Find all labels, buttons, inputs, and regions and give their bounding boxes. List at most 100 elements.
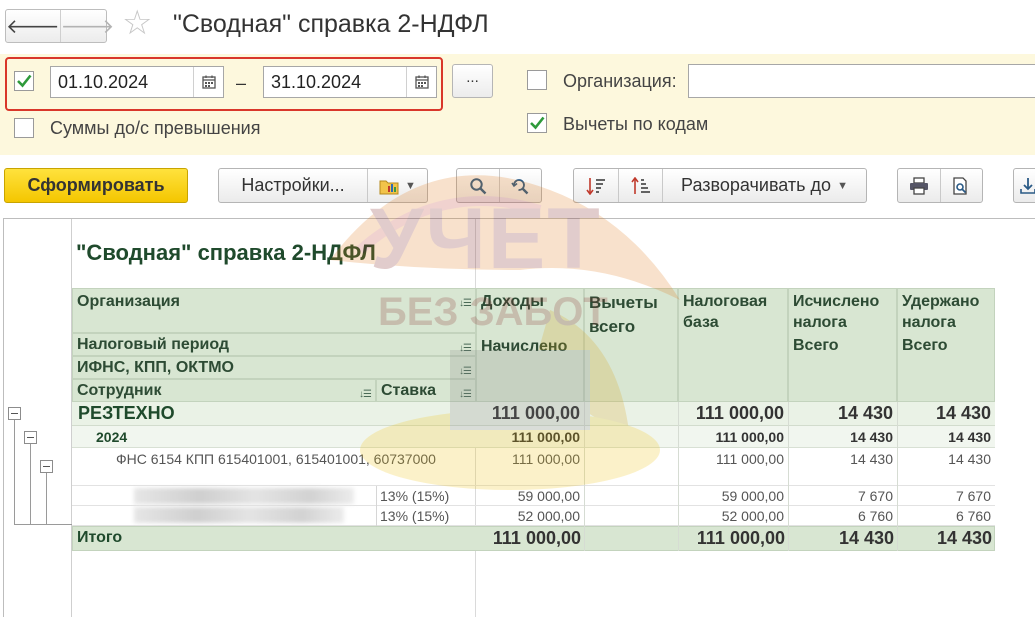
header-income: Доходы Начислено [476, 288, 584, 402]
header-rate[interactable]: Ставка ↓☰ [376, 379, 476, 402]
checkmark-icon [17, 74, 32, 88]
table-row-ifns[interactable]: ФНС 6154 КПП 615401001, 615401001, 60737… [72, 448, 995, 486]
search-group [456, 168, 542, 203]
employee-rate: 13% (15%) [380, 488, 450, 504]
expand-to-label: Разворачивать до [681, 175, 832, 195]
settings-button[interactable]: Настройки... [219, 169, 367, 202]
arrow-left-icon: 🡐 [6, 15, 60, 38]
sort-expand-group: Разворачивать до ▼ [573, 168, 867, 203]
employee-calculated: 6 760 [857, 508, 893, 524]
sort-descending-button[interactable] [574, 169, 618, 202]
org-withheld: 14 430 [935, 403, 991, 423]
header-deductions: Вычеты всего [584, 288, 678, 402]
sort-icon: ↓☰ [459, 366, 472, 377]
forward-button[interactable]: 🡒 [61, 10, 115, 42]
deductions-label: Вычеты по кодам [563, 114, 709, 134]
expand-to-dropdown[interactable]: Разворачивать до ▼ [662, 169, 866, 202]
ifns-withheld: 14 430 [948, 451, 991, 467]
checkmark-icon [530, 116, 545, 130]
column-divider [897, 402, 898, 551]
sort-icon: ↓☰ [359, 389, 372, 400]
header-employee[interactable]: Сотрудник ↓☰ [72, 379, 376, 402]
year-tax-base: 111 000,00 [715, 429, 784, 445]
collapse-org-icon[interactable] [8, 407, 21, 420]
organization-input[interactable] [688, 64, 1035, 98]
year-withheld: 14 430 [948, 429, 991, 445]
sort-icon: ↓☰ [459, 389, 472, 400]
search-reset-button[interactable] [498, 169, 541, 202]
column-divider [678, 402, 679, 551]
employee-tax-base: 59 000,00 [721, 488, 784, 504]
employee-rate: 13% (15%) [380, 508, 450, 524]
arrow-right-icon: 🡒 [60, 15, 115, 38]
chevron-down-icon: ▼ [837, 179, 848, 192]
date-separator: – [236, 73, 247, 93]
column-divider [584, 402, 585, 551]
organization-checkbox[interactable] [527, 70, 547, 90]
collapse-ifns-icon[interactable] [40, 460, 53, 473]
report-title: "Сводная" справка 2-НДФЛ [76, 240, 376, 265]
org-tax-base: 111 000,00 [695, 403, 784, 423]
total-tax-base: 111 000,00 [696, 528, 785, 548]
total-label: Итого [77, 529, 123, 546]
variants-dropdown[interactable]: ▼ [367, 169, 427, 202]
sort-icon: ↓☰ [459, 298, 472, 309]
print-button[interactable] [898, 169, 940, 202]
header-ifns[interactable]: ИФНС, КПП, ОКТМО ↓☰ [72, 356, 476, 379]
header-income-sub: Начислено [481, 338, 568, 355]
search-button[interactable] [457, 169, 499, 202]
select-period-button[interactable]: ... [452, 64, 493, 98]
page-title: "Сводная" справка 2-НДФЛ [173, 10, 489, 38]
header-organization[interactable]: Организация ↓☰ [72, 288, 476, 333]
calendar-icon[interactable] [406, 67, 436, 97]
exceed-checkbox[interactable] [14, 118, 34, 138]
sort-ascending-button[interactable] [618, 169, 662, 202]
employee-income: 59 000,00 [517, 488, 580, 504]
sort-descending-icon [586, 177, 605, 195]
employee-tax-base: 52 000,00 [721, 508, 784, 524]
save-button[interactable] [1013, 168, 1035, 203]
favorite-star-icon[interactable]: ☆ [122, 6, 152, 40]
table-row-organization[interactable]: РЕЗТЕХНО 111 000,00 111 000,00 14 430 14… [72, 402, 995, 426]
employee-name-redacted [134, 507, 344, 523]
total-withheld: 14 430 [936, 528, 992, 548]
period-checkbox[interactable] [14, 71, 34, 91]
table-row-employee[interactable]: 13% (15%) 52 000,00 52 000,00 6 760 6 76… [72, 506, 995, 526]
employee-withheld: 6 760 [955, 508, 991, 524]
generate-button[interactable]: Сформировать [4, 168, 188, 203]
column-divider [376, 486, 377, 526]
date-to-field[interactable]: 31.10.2024 [263, 66, 437, 98]
tree-line [14, 524, 72, 525]
organization-label: Организация: [563, 71, 677, 91]
back-button[interactable]: 🡐 [6, 10, 61, 42]
header-tax-period[interactable]: Налоговый период ↓☰ [72, 333, 476, 356]
header-tax-base: Налоговая база [678, 288, 788, 402]
print-preview-icon [953, 176, 968, 195]
exceed-label: Суммы до/с превышения [50, 118, 261, 138]
employee-calculated: 7 670 [857, 488, 893, 504]
table-row-year[interactable]: 2024 111 000,00 111 000,00 14 430 14 430 [72, 426, 995, 448]
date-to-value: 31.10.2024 [271, 71, 362, 92]
settings-group: Настройки... ▼ [218, 168, 428, 203]
deductions-checkbox[interactable] [527, 113, 547, 133]
print-preview-button[interactable] [939, 169, 982, 202]
collapse-year-icon[interactable] [24, 431, 37, 444]
table-row-employee[interactable]: 13% (15%) 59 000,00 59 000,00 7 670 7 67… [72, 486, 995, 506]
employee-name-redacted [134, 488, 354, 504]
calendar-icon[interactable] [193, 67, 223, 97]
tree-line [30, 444, 31, 525]
table-row-total[interactable]: Итого 111 000,00 111 000,00 14 430 14 43… [72, 526, 995, 551]
chevron-down-icon: ▼ [405, 179, 416, 192]
tree-line [14, 420, 15, 525]
year-calculated: 14 430 [850, 429, 893, 445]
search-refresh-icon [511, 178, 529, 194]
date-from-field[interactable]: 01.10.2024 [50, 66, 224, 98]
sort-ascending-icon [630, 176, 650, 194]
download-icon [1020, 177, 1035, 194]
sort-icon: ↓☰ [459, 343, 472, 354]
org-income: 111 000,00 [491, 403, 580, 423]
employee-income: 52 000,00 [517, 508, 580, 524]
ifns-income: 111 000,00 [512, 451, 580, 467]
ifns-calculated: 14 430 [850, 451, 893, 467]
navigation-buttons: 🡐 🡒 [5, 9, 114, 43]
